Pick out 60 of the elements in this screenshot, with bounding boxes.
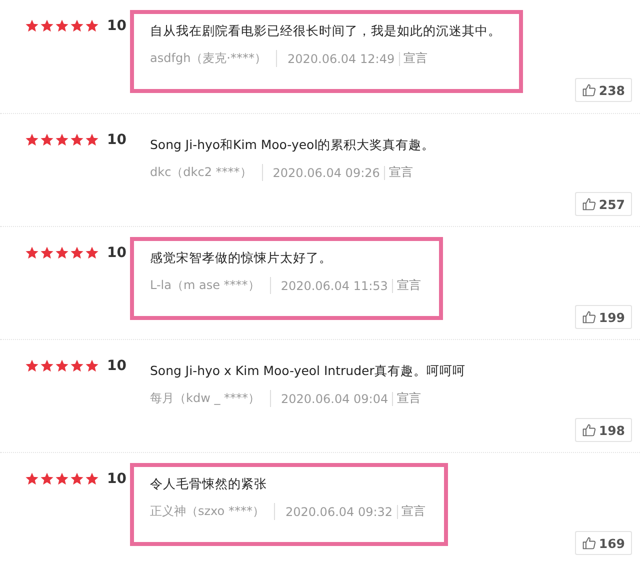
like-button[interactable]: 199 [574,305,632,329]
review-text: 自从我在剧院看电影已经很长时间了，我是如此的沉迷其中。 [150,22,501,40]
star-icon [25,246,39,260]
star-icon [40,359,54,373]
star-icon [55,19,69,33]
star-icon [25,472,39,486]
star-icon [25,19,39,33]
star-icon [55,246,69,260]
report-link[interactable]: 宣言 [398,503,426,520]
star-icon [40,246,54,260]
score: 10 [107,18,126,34]
star-icon [85,359,99,373]
score: 10 [107,358,126,374]
review-date: 2020.06.04 09:32 [275,504,398,518]
username: 正义神（szxo ****） [150,503,276,520]
star-icon [85,133,99,147]
username: asdfgh（麦克·****） [150,50,278,67]
star-icon [85,246,99,260]
star-icon [40,133,54,147]
star-icon [85,472,99,486]
username: 每月（kdw _ ****） [150,390,272,407]
like-button[interactable]: 169 [574,531,632,555]
review-date: 2020.06.04 09:26 [262,166,385,180]
review-text: 令人毛骨悚然的紧张 [150,475,268,493]
like-button[interactable]: 198 [574,418,632,442]
review-text: Song Ji-hyo和Kim Moo-yeol的累积大奖真有趣。 [150,136,435,154]
report-link[interactable]: 宣言 [384,164,413,181]
report-link[interactable]: 宣言 [392,277,421,294]
star-icon [55,472,69,486]
thumbs-up-icon [582,197,596,211]
star-icon [70,472,84,486]
review-text: Song Ji-hyo x Kim Moo-yeol Intruder真有趣。呵呵呵 [150,362,466,380]
score: 10 [107,132,126,148]
thumbs-up-icon [582,83,596,97]
review-date: 2020.06.04 09:04 [271,392,394,406]
review-date: 2020.06.04 12:49 [277,52,400,66]
thumbs-up-icon [582,423,596,437]
thumbs-up-icon [582,310,596,324]
star-icon [25,359,39,373]
report-link[interactable]: 宣言 [400,50,428,67]
star-icon [85,19,99,33]
username: dkc（dkc2 ****） [150,164,263,181]
report-link[interactable]: 宣言 [393,390,422,407]
score: 10 [107,245,126,261]
star-icon [70,19,84,33]
star-icon [70,246,84,260]
star-icon [70,359,84,373]
star-icon [40,19,54,33]
star-icon [55,133,69,147]
star-icon [70,133,84,147]
review-text: 感觉宋智孝做的惊悚片太好了。 [150,249,333,267]
username: L-la（m ase ****） [150,277,271,294]
star-icon [25,133,39,147]
thumbs-up-icon [582,536,596,550]
star-icon [55,359,69,373]
like-button[interactable]: 238 [574,78,632,102]
review-date: 2020.06.04 11:53 [270,278,393,292]
score: 10 [107,471,126,487]
star-icon [40,472,54,486]
like-button[interactable]: 257 [574,192,632,216]
